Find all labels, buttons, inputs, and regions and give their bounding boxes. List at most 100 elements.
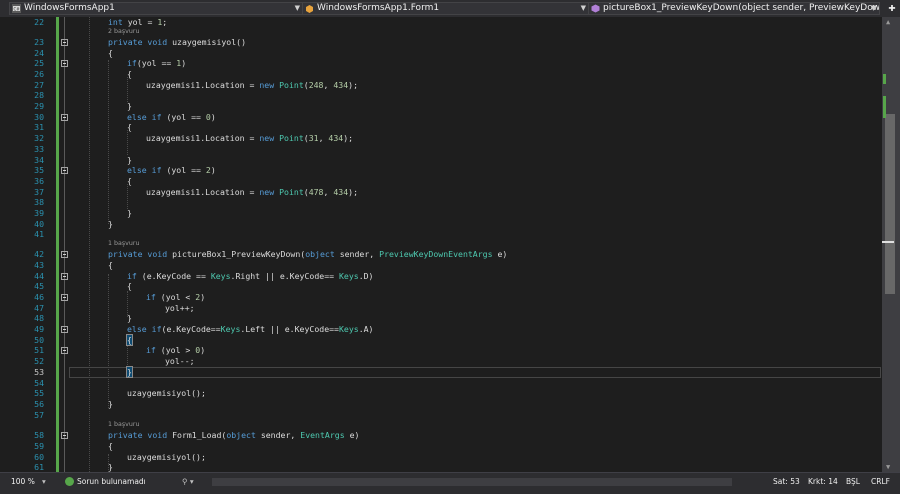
line-number: 48 xyxy=(34,313,44,323)
code-line[interactable]: 58 private void Form1_Load(object sender,… xyxy=(0,430,882,441)
svg-text:C#: C# xyxy=(14,7,21,12)
code-token: Point xyxy=(279,187,304,197)
code-line[interactable]: 23 private void uzaygemisiyol() xyxy=(0,37,882,48)
code-token: (yol == xyxy=(161,112,206,122)
code-cleanup-icon[interactable]: ⚲ ▾ xyxy=(182,477,194,486)
line-number: 55 xyxy=(34,388,44,398)
code-token: (yol > xyxy=(155,345,196,355)
line-number: 58 xyxy=(34,430,44,440)
chevron-down-icon[interactable]: ▾ xyxy=(42,477,46,486)
code-line[interactable]: 28 xyxy=(0,90,882,101)
code-token: e) xyxy=(492,249,508,259)
collapse-icon[interactable] xyxy=(61,251,68,258)
code-token: } xyxy=(127,101,132,111)
collapse-icon[interactable] xyxy=(61,39,68,46)
scroll-down-icon[interactable]: ▼ xyxy=(886,463,890,471)
collapse-icon[interactable] xyxy=(61,347,68,354)
code-token: private void xyxy=(108,249,168,259)
code-editor[interactable]: 22 int yol = 1; 2 başvuru 23 private void uz… xyxy=(0,17,882,472)
code-line[interactable]: 32 uzaygemisi1.Location = new Point(31, 4… xyxy=(0,133,882,144)
code-line[interactable]: 29} xyxy=(0,101,882,112)
code-token: pictureBox1_PreviewKeyDown( xyxy=(167,249,306,259)
code-token: yol++; xyxy=(165,303,195,313)
line-number: 56 xyxy=(34,399,44,409)
issues-status[interactable]: Sorun bulunamadı xyxy=(77,477,146,486)
scrollbar-thumb[interactable] xyxy=(885,114,895,294)
code-token: ); xyxy=(348,80,359,90)
code-token: ); xyxy=(348,187,359,197)
code-token: if xyxy=(127,271,137,281)
collapse-icon[interactable] xyxy=(61,326,68,333)
code-token: Keys xyxy=(338,324,359,334)
code-token: ) xyxy=(200,292,206,302)
collapse-icon[interactable] xyxy=(61,167,68,174)
horizontal-scrollbar[interactable] xyxy=(212,478,732,486)
code-token: e) xyxy=(344,430,360,440)
code-line[interactable]: 39} xyxy=(0,208,882,219)
code-text: yol--; xyxy=(165,356,195,367)
code-line[interactable]: 42 private void pictureBox1_PreviewKeyDow… xyxy=(0,249,882,260)
code-line[interactable]: 43 { xyxy=(0,260,882,271)
scroll-up-icon[interactable]: ▲ xyxy=(886,18,890,26)
collapse-icon[interactable] xyxy=(61,60,68,67)
code-text: { xyxy=(127,122,132,133)
code-line[interactable]: 33 xyxy=(0,144,882,155)
code-line[interactable]: 31 { xyxy=(0,122,882,133)
code-token: object xyxy=(305,249,335,259)
line-number: 39 xyxy=(34,208,44,218)
code-line[interactable]: 49 else if(e.KeyCode==Keys.Left || e.KeyC… xyxy=(0,324,882,335)
insert-mode-indicator[interactable]: BŞL xyxy=(846,477,860,486)
code-line[interactable]: 35 else if (yol == 2) xyxy=(0,165,882,176)
code-token: private void xyxy=(108,430,168,440)
zoom-level[interactable]: 100 % xyxy=(11,477,35,486)
code-line[interactable]: 53} xyxy=(0,366,882,378)
code-line[interactable]: 25 if(yol == 1) xyxy=(0,58,882,69)
code-text: if (yol > 0) xyxy=(146,345,205,356)
code-token: } xyxy=(127,313,132,323)
split-editor-icon[interactable]: ✚ xyxy=(886,1,898,14)
code-line[interactable]: 52 yol--; xyxy=(0,356,882,367)
code-token: else if xyxy=(127,165,162,175)
code-text: } xyxy=(127,208,132,219)
collapse-icon[interactable] xyxy=(61,114,68,121)
code-token: 31 xyxy=(308,133,319,143)
code-line[interactable]: 51 if (yol > 0) xyxy=(0,345,882,356)
code-token: Keys xyxy=(338,271,359,281)
project-dropdown[interactable]: C# WindowsFormsApp1 ▼ xyxy=(9,2,304,15)
code-token: Keys xyxy=(210,271,231,281)
vertical-scrollbar[interactable]: ▲ ▼ xyxy=(882,17,900,472)
class-dropdown[interactable]: WindowsFormsApp1.Form1 ▼ xyxy=(302,2,590,15)
code-text: { xyxy=(108,260,113,271)
code-token: ) xyxy=(210,165,216,175)
member-dropdown[interactable]: pictureBox1_PreviewKeyDown(object sender… xyxy=(588,2,880,15)
code-token: object xyxy=(226,430,256,440)
line-number: 23 xyxy=(34,37,44,47)
scroll-change-marker xyxy=(883,74,886,84)
code-token: sender, xyxy=(334,249,380,259)
line-number: 25 xyxy=(34,58,44,68)
code-line[interactable]: 26 { xyxy=(0,69,882,80)
code-line[interactable]: 56} xyxy=(0,399,882,410)
code-line[interactable]: 38 xyxy=(0,197,882,208)
code-line[interactable]: 59 { xyxy=(0,441,882,452)
code-line[interactable]: 46 if (yol < 2) xyxy=(0,292,882,303)
code-token: , xyxy=(318,133,329,143)
code-line[interactable]: 48} xyxy=(0,313,882,324)
code-line[interactable]: 61} xyxy=(0,462,882,472)
code-line[interactable]: 36 { xyxy=(0,176,882,187)
code-text: else if (yol == 2) xyxy=(127,165,216,176)
code-line[interactable]: 45 { xyxy=(0,281,882,292)
line-number: 45 xyxy=(34,281,44,291)
collapse-icon[interactable] xyxy=(61,273,68,280)
method-icon xyxy=(591,4,600,13)
code-token: .D) xyxy=(358,271,374,281)
collapse-icon[interactable] xyxy=(61,294,68,301)
line-number: 51 xyxy=(34,345,44,355)
line-number: 43 xyxy=(34,260,44,270)
code-token: 434 xyxy=(328,133,344,143)
collapse-icon[interactable] xyxy=(61,432,68,439)
code-text: { xyxy=(108,441,113,452)
code-line[interactable]: 55 uzaygemisiyol(); xyxy=(0,388,882,399)
code-token: } xyxy=(108,399,113,409)
line-ending-indicator[interactable]: CRLF xyxy=(871,477,890,486)
